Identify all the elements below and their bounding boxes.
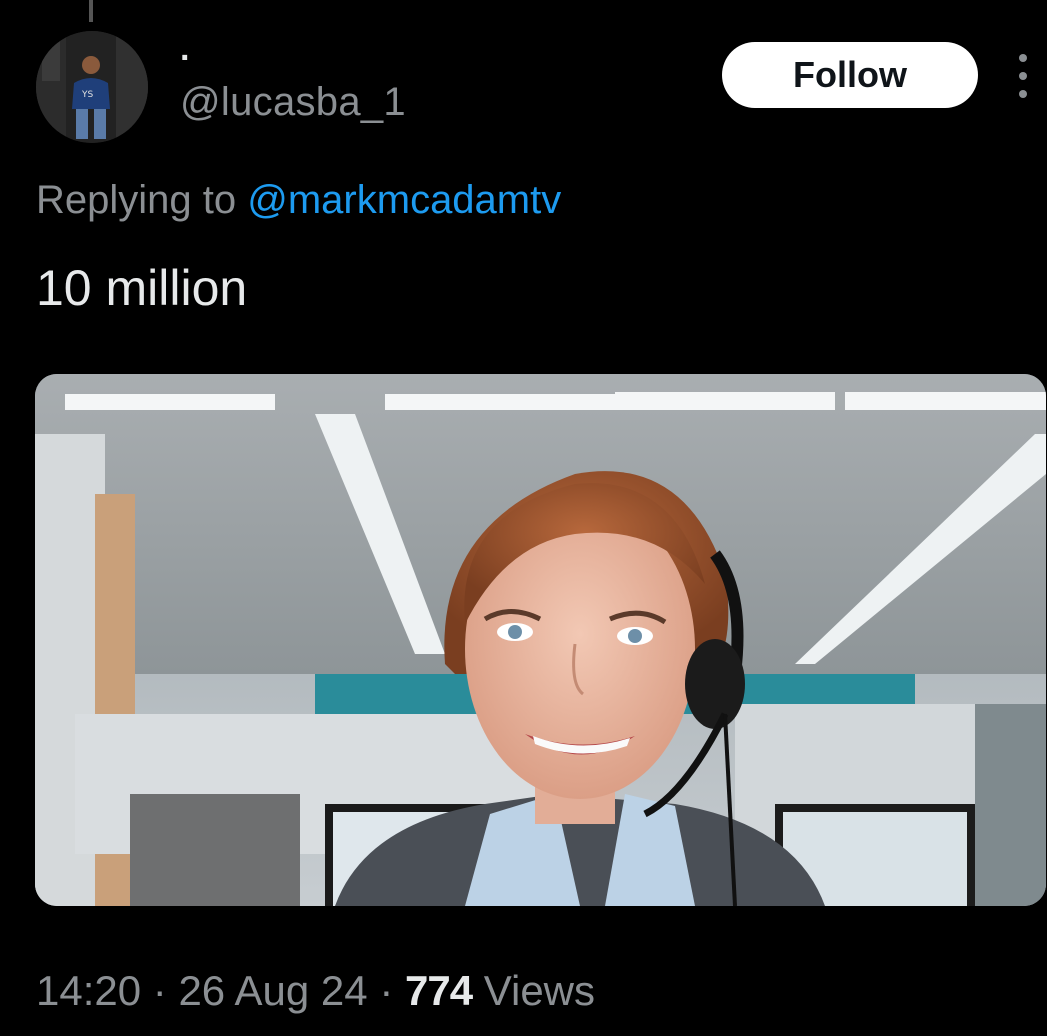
more-dot (1019, 72, 1027, 80)
user-handle[interactable]: @lucasba_1 (180, 78, 406, 126)
tweet-meta: 14:20 · 26 Aug 24 · 774 Views (36, 964, 595, 1018)
views-count[interactable]: 774 (405, 967, 473, 1014)
more-dot (1019, 90, 1027, 98)
replying-to-mention-link[interactable]: @markmcadamtv (247, 178, 561, 222)
views-label: Views (483, 967, 596, 1014)
avatar-photo: YS (36, 31, 148, 143)
tweet-date[interactable]: 26 Aug 24 (178, 967, 367, 1014)
avatar-shirt-text: YS (81, 90, 93, 100)
meta-separator: · (152, 967, 167, 1014)
display-name[interactable]: · (180, 38, 191, 78)
more-options-icon[interactable] (1008, 54, 1038, 98)
tweet-media-image[interactable] (35, 374, 1046, 906)
follow-button[interactable]: Follow (722, 42, 978, 108)
replying-to-line: Replying to @markmcadamtv (36, 174, 561, 226)
office-scene-image (35, 374, 1046, 906)
meta-separator: · (379, 967, 394, 1014)
tweet-text: 10 million (36, 260, 248, 316)
more-dot (1019, 54, 1027, 62)
tweet-time[interactable]: 14:20 (36, 967, 141, 1014)
thread-connector-line (89, 0, 93, 22)
avatar[interactable]: YS (36, 31, 148, 143)
replying-to-prefix: Replying to (36, 178, 237, 222)
